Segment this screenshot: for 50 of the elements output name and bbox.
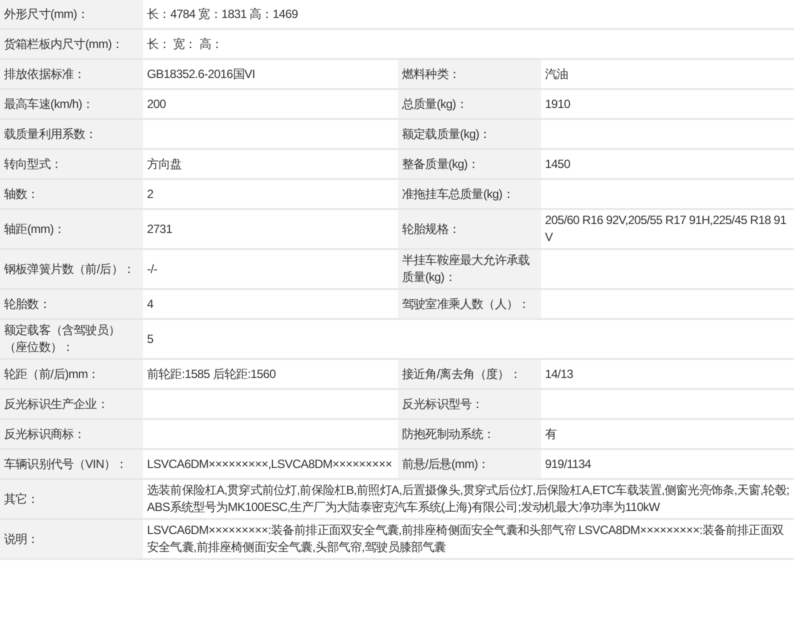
field-label: 最高车速(km/h)： xyxy=(4,96,94,112)
field-value: 4 xyxy=(147,296,154,312)
field-label: 前悬/后悬(mm)： xyxy=(402,456,490,472)
field-value: 长： 宽： 高： xyxy=(147,36,222,52)
field-value: -/- xyxy=(147,260,158,278)
field-label: 排放依据标准： xyxy=(4,66,86,82)
field-label: 反光标识型号： xyxy=(402,396,484,412)
field-value: LSVCA6DM×××××××××,LSVCA8DM××××××××× xyxy=(147,456,392,472)
field-label: 钢板弹簧片数（前/后）： xyxy=(4,260,135,278)
field-label: 整备质量(kg)： xyxy=(402,156,480,172)
field-label: 说明： xyxy=(4,530,39,548)
field-label: 半挂车鞍座最大允许承载质量(kg)： xyxy=(402,252,531,286)
field-value: 前轮距:1585 后轮距:1560 xyxy=(147,366,276,382)
field-label: 反光标识生产企业： xyxy=(4,396,108,412)
field-label: 轮胎数： xyxy=(4,296,50,312)
field-label: 轮胎规格： xyxy=(402,220,460,238)
field-label: 轴数： xyxy=(4,186,39,202)
field-label: 转向型式： xyxy=(4,156,62,172)
field-value: 选装前保险杠A,贯穿式前位灯,前保险杠B,前照灯A,后置摄像头,贯穿式后位灯,后保险杠A,ETC车载装置,侧窗光亮饰条,天窗,轮毂;ABS系统型号为MK100ESC,生产厂为大陆泰密克汽车系统(上海)有限公司;发动机最大净功率为110kW xyxy=(147,482,790,516)
field-value: 14/13 xyxy=(545,366,574,382)
field-label: 反光标识商标： xyxy=(4,426,86,442)
field-value: 919/1134 xyxy=(545,456,591,472)
field-label: 载质量利用系数： xyxy=(4,126,97,142)
field-label: 准拖挂车总质量(kg)： xyxy=(402,186,514,202)
field-label: 防抱死制动系统： xyxy=(402,426,495,442)
field-label: 接近角/离去角（度）： xyxy=(402,366,521,382)
field-value: 2 xyxy=(147,186,154,202)
field-value: 205/60 R16 92V,205/55 R17 91H,225/45 R18 91V xyxy=(545,212,788,246)
field-value: 长：4784 宽：1831 高：1469 xyxy=(147,6,298,22)
field-label: 车辆识别代号（VIN）： xyxy=(4,456,128,472)
field-label: 其它： xyxy=(4,490,39,508)
field-value: 200 xyxy=(147,96,166,112)
field-label: 轴距(mm)： xyxy=(4,220,66,238)
field-value: 有 xyxy=(545,426,557,442)
field-value: 2731 xyxy=(147,220,172,238)
field-value: LSVCA6DM×××××××××:装备前排正面双安全气囊,前排座椅侧面安全气囊和头部气帘 LSVCA8DM×××××××××:装备前排正面双安全气囊,前排座椅侧面安全气囊,头部气帘,驾驶员膝部气囊 xyxy=(147,522,784,556)
field-value: 方向盘 xyxy=(147,156,182,172)
field-value: 1910 xyxy=(545,96,570,112)
field-label: 总质量(kg)： xyxy=(402,96,468,112)
field-value: 5 xyxy=(147,330,154,348)
field-value: 汽油 xyxy=(545,66,568,82)
field-value: 1450 xyxy=(545,156,570,172)
field-label: 额定载质量(kg)： xyxy=(402,126,491,142)
field-label: 额定载客（含驾驶员）（座位数）： xyxy=(4,322,122,356)
field-label: 外形尺寸(mm)： xyxy=(4,6,88,22)
field-label: 驾驶室准乘人数（人）： xyxy=(402,296,530,312)
field-label: 轮距（前/后)mm： xyxy=(4,366,100,382)
field-label: 货箱栏板内尺寸(mm)： xyxy=(4,36,124,52)
field-value: GB18352.6-2016国VI xyxy=(147,66,255,82)
field-label: 燃料种类： xyxy=(402,66,460,82)
